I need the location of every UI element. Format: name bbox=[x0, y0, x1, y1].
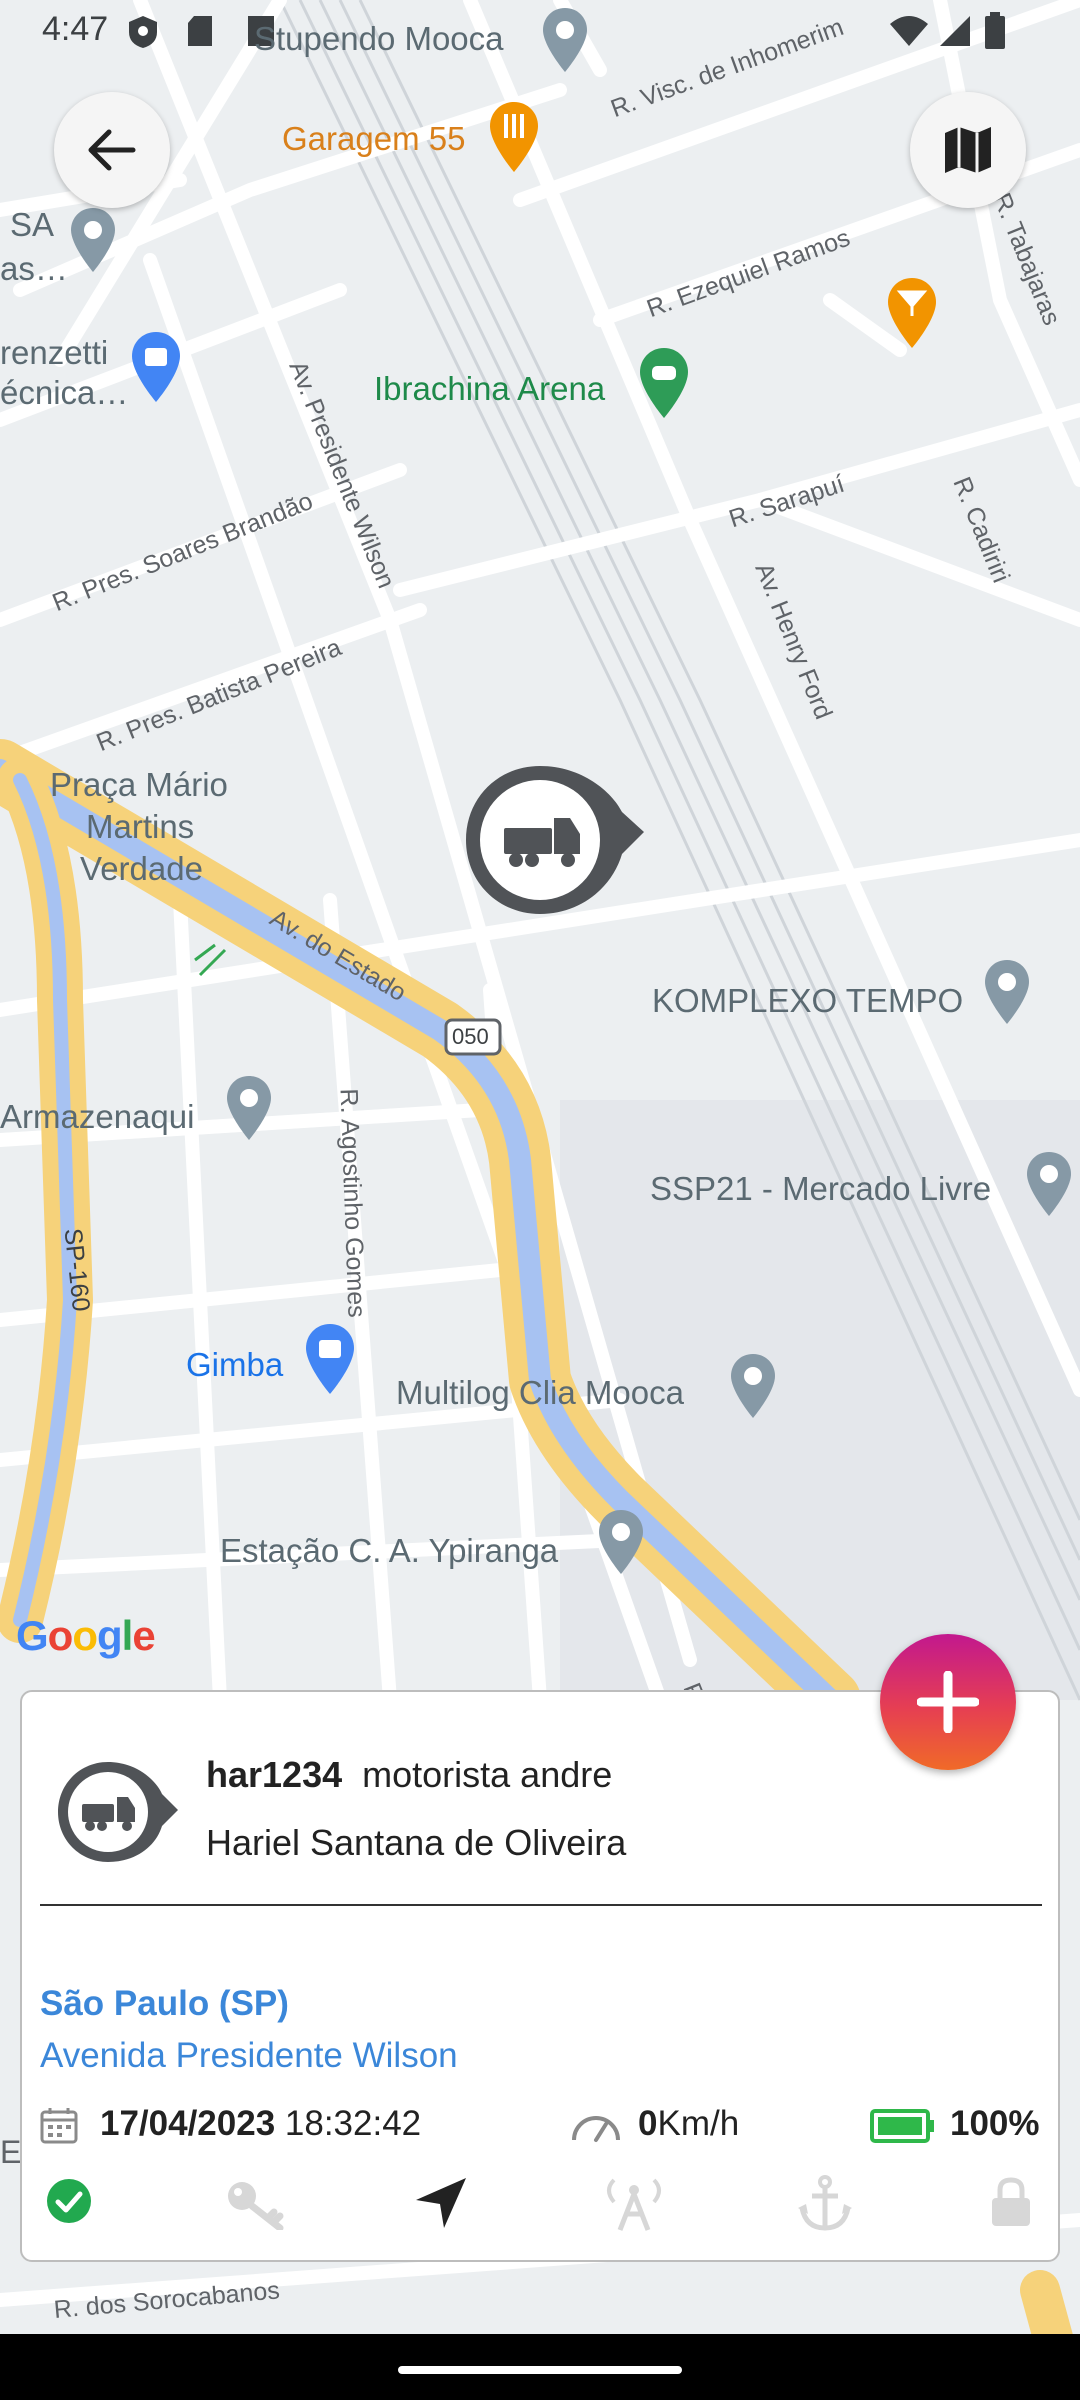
antenna-icon[interactable] bbox=[600, 2174, 668, 2232]
shopping-pin-icon[interactable] bbox=[302, 1322, 358, 1396]
update-date: 17/04/2023 bbox=[100, 2104, 276, 2143]
home-gesture-handle[interactable] bbox=[398, 2366, 682, 2374]
poi-label: écnica… bbox=[0, 374, 129, 411]
truck-icon bbox=[58, 1762, 178, 1862]
vehicle-name: motorista andre bbox=[362, 1754, 613, 1795]
anchor-icon[interactable] bbox=[796, 2174, 854, 2232]
place-pin-icon[interactable] bbox=[224, 1074, 274, 1142]
street-label: E bbox=[0, 2134, 22, 2170]
poi-label: SA bbox=[10, 206, 55, 243]
cell-signal-icon bbox=[940, 16, 970, 46]
poi-label: Martins bbox=[86, 808, 195, 845]
map-bottom-strip bbox=[0, 2262, 1080, 2334]
poi-label: Estação C. A. Ypiranga bbox=[220, 1532, 559, 1569]
vehicle-plate: har1234 bbox=[206, 1754, 343, 1795]
poi-label: Armazenaqui bbox=[0, 1098, 195, 1135]
key-icon[interactable] bbox=[224, 2176, 284, 2230]
speedometer-icon bbox=[572, 2116, 620, 2142]
battery-icon bbox=[870, 2109, 934, 2143]
restaurant-pin-icon[interactable] bbox=[486, 100, 542, 174]
back-button[interactable] bbox=[54, 92, 170, 208]
speed-value: 0 bbox=[638, 2104, 658, 2143]
sd-card-icon bbox=[188, 16, 212, 46]
map-icon bbox=[945, 127, 991, 173]
shield-icon bbox=[129, 16, 157, 48]
poi-label: Stupendo Mooca bbox=[254, 20, 504, 57]
place-pin-icon[interactable] bbox=[596, 1508, 646, 1576]
bar-pin-icon[interactable] bbox=[884, 276, 940, 350]
poi-label: Gimba bbox=[186, 1346, 284, 1383]
route-shield-label: 050 bbox=[452, 1024, 489, 1049]
battery-level: 100% bbox=[950, 2104, 1040, 2143]
poi-label: Garagem 55 bbox=[282, 120, 466, 157]
speed-readout: 0Km/h bbox=[638, 2104, 739, 2144]
poi-label: Praça Mário bbox=[50, 766, 228, 803]
poi-label: SSP21 - Mercado Livre bbox=[650, 1170, 992, 1207]
vehicle-title: har1234 motorista andre bbox=[206, 1754, 612, 1796]
add-button[interactable] bbox=[880, 1634, 1016, 1770]
poi-label: as… bbox=[0, 250, 68, 287]
check-circle-icon[interactable] bbox=[46, 2178, 92, 2224]
place-pin-icon[interactable] bbox=[540, 6, 590, 74]
map-type-button[interactable] bbox=[910, 92, 1026, 208]
plus-icon bbox=[917, 1671, 979, 1733]
arrow-left-icon bbox=[88, 129, 136, 171]
driver-name: Hariel Santana de Oliveira bbox=[206, 1822, 627, 1863]
battery-status-icon bbox=[985, 12, 1005, 49]
vehicle-info-card[interactable]: har1234 motorista andre Hariel Santana d… bbox=[20, 1690, 1060, 2262]
poi-label: Ibrachina Arena bbox=[374, 370, 606, 407]
address-street[interactable]: Avenida Presidente Wilson bbox=[40, 2036, 458, 2076]
lock-icon[interactable] bbox=[990, 2176, 1032, 2228]
google-logo: Google bbox=[16, 1612, 156, 1659]
calendar-icon bbox=[40, 2108, 78, 2144]
wifi-icon bbox=[890, 16, 928, 46]
stadium-pin-icon[interactable] bbox=[636, 346, 692, 420]
shopping-pin-icon[interactable] bbox=[128, 330, 184, 404]
divider bbox=[40, 1904, 1042, 1906]
place-pin-icon[interactable] bbox=[1024, 1150, 1074, 1218]
last-update: 17/04/2023 18:32:42 bbox=[100, 2104, 421, 2144]
place-pin-icon[interactable] bbox=[728, 1352, 778, 1420]
place-pin-icon[interactable] bbox=[982, 958, 1032, 1026]
update-time: 18:32:42 bbox=[284, 2104, 422, 2143]
poi-label: Verdade bbox=[80, 850, 203, 887]
vehicle-marker-icon[interactable] bbox=[462, 762, 648, 918]
place-pin-icon[interactable] bbox=[68, 206, 118, 274]
navigation-icon[interactable] bbox=[414, 2176, 468, 2230]
poi-label: renzetti bbox=[0, 334, 109, 371]
speed-unit: Km/h bbox=[657, 2104, 740, 2143]
poi-label: Multilog Clia Mooca bbox=[396, 1374, 684, 1411]
address-city[interactable]: São Paulo (SP) bbox=[40, 1984, 289, 2024]
status-time: 4:47 bbox=[42, 10, 109, 48]
poi-label: KOMPLEXO TEMPO bbox=[652, 982, 964, 1019]
